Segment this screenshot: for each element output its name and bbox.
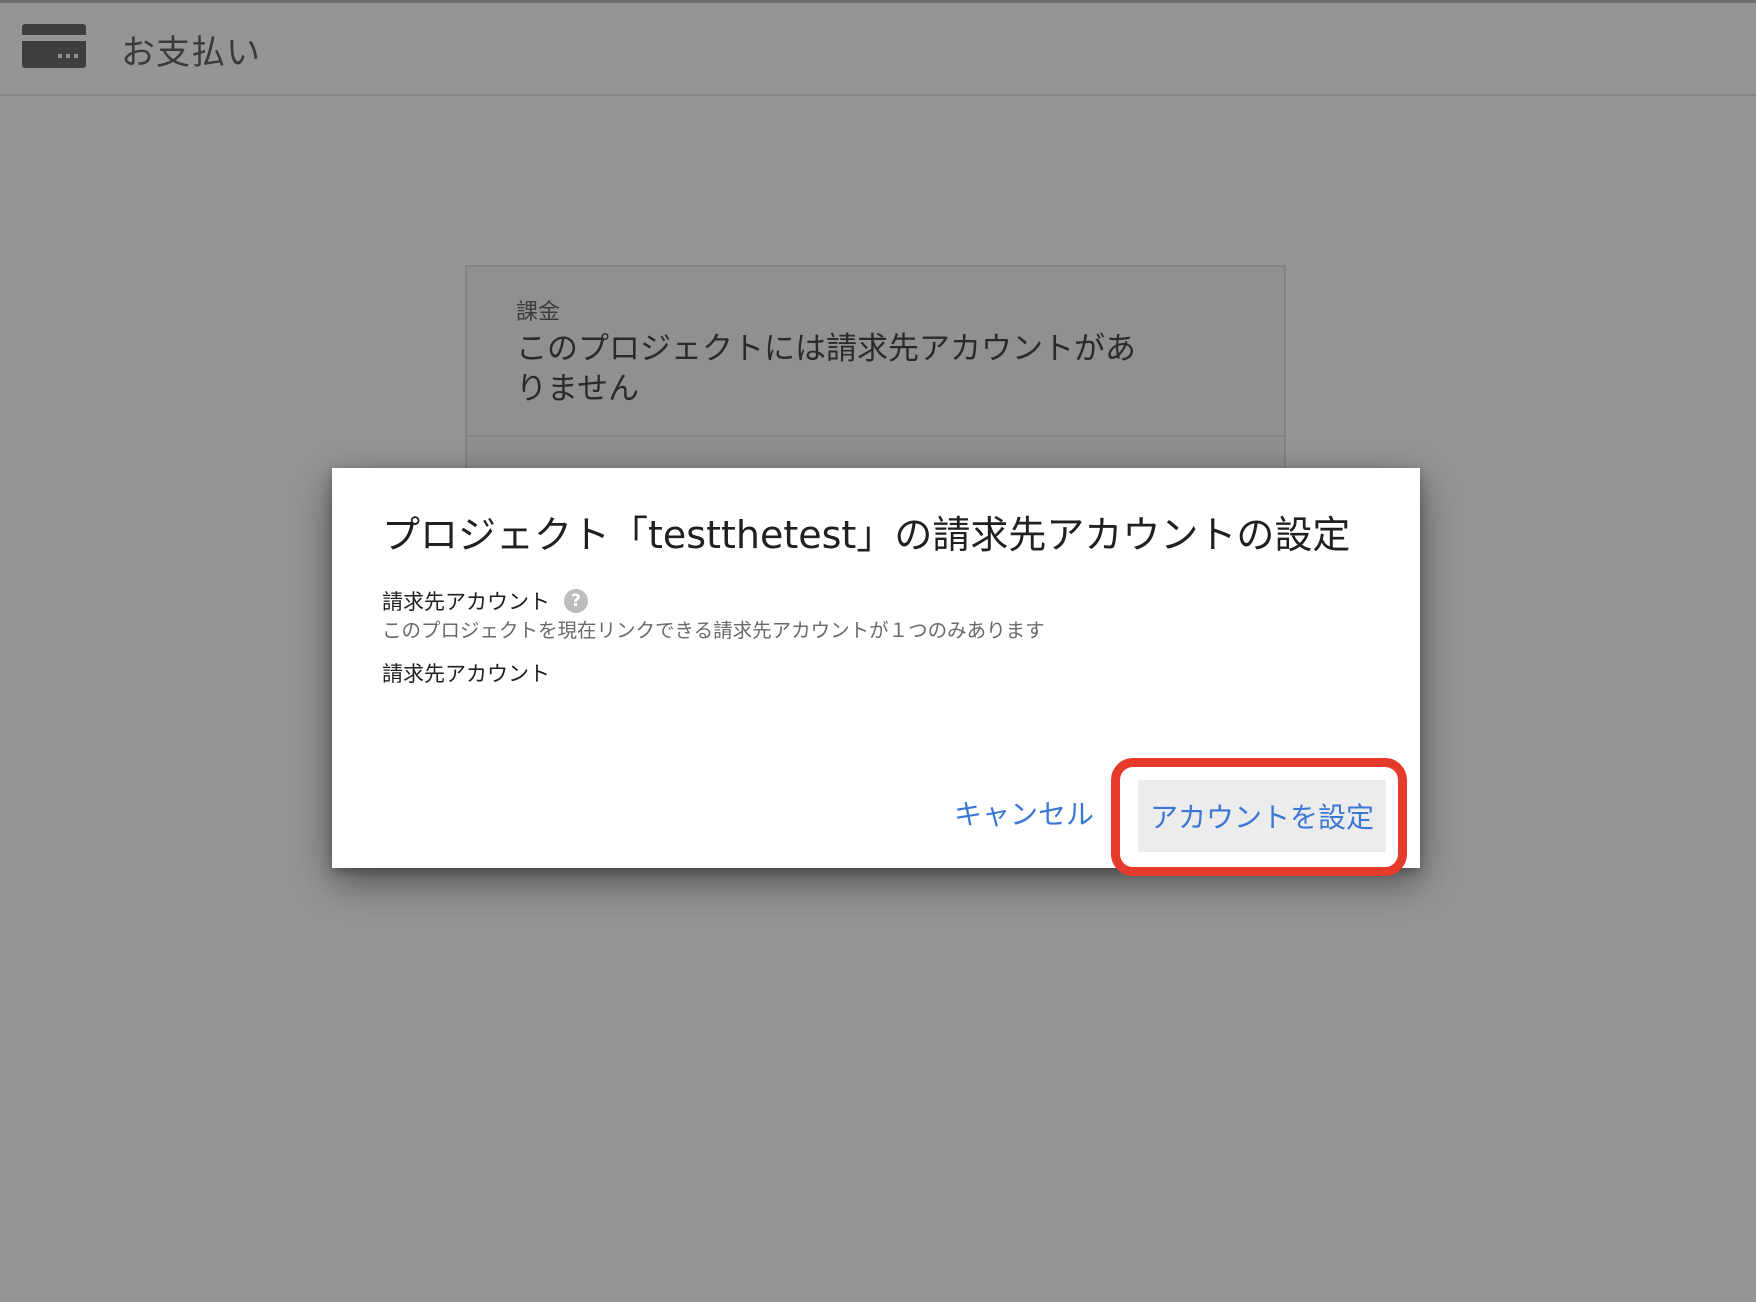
credit-card-icon bbox=[22, 24, 86, 68]
highlight-annotation bbox=[1111, 758, 1407, 876]
billing-account-label: 請求先アカウント bbox=[382, 590, 550, 614]
billing-card-title: このプロジェクトには請求先アカウントがありません bbox=[516, 331, 1136, 407]
billing-account-select[interactable]: 請求先アカウント bbox=[382, 658, 550, 688]
page-title: お支払い bbox=[121, 33, 261, 73]
billing-account-hint: このプロジェクトを現在リンクできる請求先アカウントが１つのみあります bbox=[382, 619, 1045, 642]
billing-account-label-row: 請求先アカウント ? bbox=[382, 586, 588, 616]
page: お支払い 課金 このプロジェクトには請求先アカウントがありません プロジェクト「… bbox=[0, 0, 1756, 1302]
billing-card-label: 課金 bbox=[516, 300, 561, 325]
card-dots bbox=[58, 54, 78, 58]
cancel-button[interactable]: キャンセル bbox=[950, 792, 1098, 834]
card-stripe bbox=[22, 35, 86, 41]
page-header: お支払い bbox=[0, 3, 1756, 96]
dialog-title: プロジェクト「testthetest」の請求先アカウントの設定 bbox=[382, 513, 1351, 557]
card-divider bbox=[467, 435, 1284, 437]
question-mark-icon[interactable]: ? bbox=[564, 589, 588, 613]
